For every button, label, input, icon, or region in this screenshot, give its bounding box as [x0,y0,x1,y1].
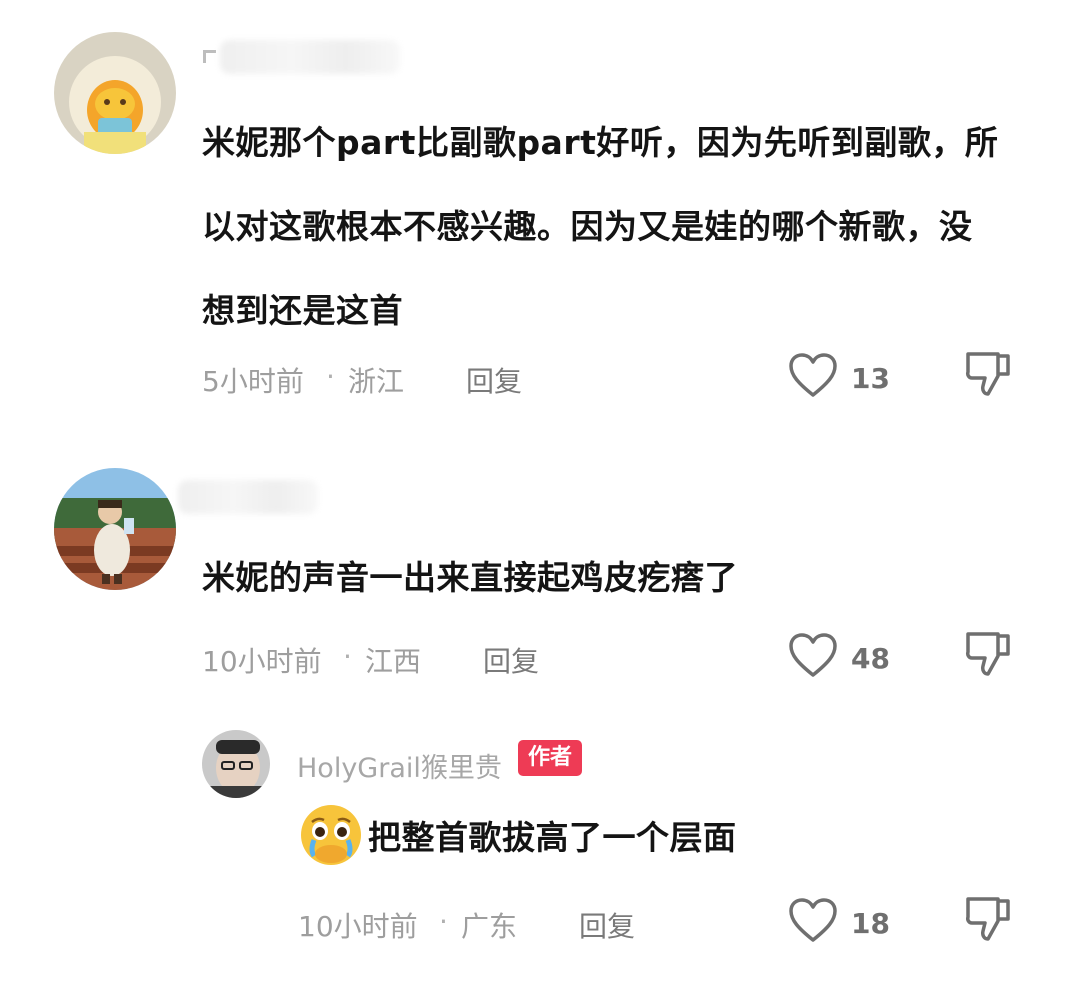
username-blurred[interactable] [220,40,400,74]
comment-meta: 10小时前 · 江西 回复 [202,640,1062,680]
reply-text: 把整首歌拔高了一个层面 [368,818,737,857]
comment-text-line: 以对这歌根本不感兴趣。因为又是娃的哪个新歌，没 [202,207,973,246]
heart-icon [789,633,837,677]
author-badge: 作者 [518,740,583,776]
avatar[interactable] [54,468,176,590]
comment-location: 广东 [461,910,518,943]
heart-icon [789,898,837,942]
meta-separator: · [439,905,448,938]
pleading-crying-face-icon [298,802,364,868]
like-button[interactable] [788,632,838,678]
comment-time: 5小时前 [202,365,304,398]
reply-meta: 10小时前 · 广东 回复 [298,905,758,945]
like-count: 48 [851,642,890,675]
reply-item: HolyGrail猴里贵 作者 把整首歌拔高了一个层面 10小时前 · 广东 回… [0,710,1080,1004]
like-count: 13 [851,362,890,395]
thumbs-down-icon [966,632,1010,676]
reply-username[interactable]: HolyGrail猴里贵 [297,746,502,785]
username-blurred[interactable] [178,480,318,514]
comment-item: 米妮那个part比副歌part好听，因为先听到副歌，所 以对这歌根本不感兴趣。因… [0,0,1080,420]
comment-text: 米妮那个part比副歌part好听，因为先听到副歌，所 以对这歌根本不感兴趣。因… [202,101,1042,353]
reply-button[interactable]: 回复 [579,905,635,945]
comment-text-line: 米妮那个part比副歌part好听，因为先听到副歌，所 [202,123,999,162]
avatar-image [54,32,176,154]
like-button[interactable] [788,352,838,398]
comment-text: 米妮的声音一出来直接起鸡皮疙瘩了 [202,536,1042,620]
like-count: 18 [851,907,890,940]
dislike-button[interactable] [964,350,1012,398]
thumbs-down-icon [966,352,1010,396]
reply-button[interactable]: 回复 [466,360,522,400]
comment-location: 江西 [365,645,422,678]
meta-separator: · [343,640,352,673]
comment-text-line: 想到还是这首 [202,291,403,330]
heart-icon [789,353,837,397]
like-button[interactable] [788,897,838,943]
avatar[interactable] [54,32,176,154]
avatar[interactable] [202,730,270,798]
avatar-image [54,468,176,590]
comment-time: 10小时前 [202,645,322,678]
reply-button[interactable]: 回复 [483,640,539,680]
thumbs-down-icon [966,897,1010,941]
comment-item: 米妮的声音一出来直接起鸡皮疙瘩了 10小时前 · 江西 回复 48 [0,420,1080,710]
comment-location: 浙江 [348,365,405,398]
comment-time: 10小时前 [298,910,418,943]
dislike-button[interactable] [964,630,1012,678]
username-placeholder-mark [203,50,216,63]
avatar-image [202,730,270,798]
comment-text-line: 米妮的声音一出来直接起鸡皮疙瘩了 [202,558,738,597]
meta-separator: · [326,360,335,393]
comment-meta: 5小时前 · 浙江 回复 [202,360,1062,400]
dislike-button[interactable] [964,895,1012,943]
